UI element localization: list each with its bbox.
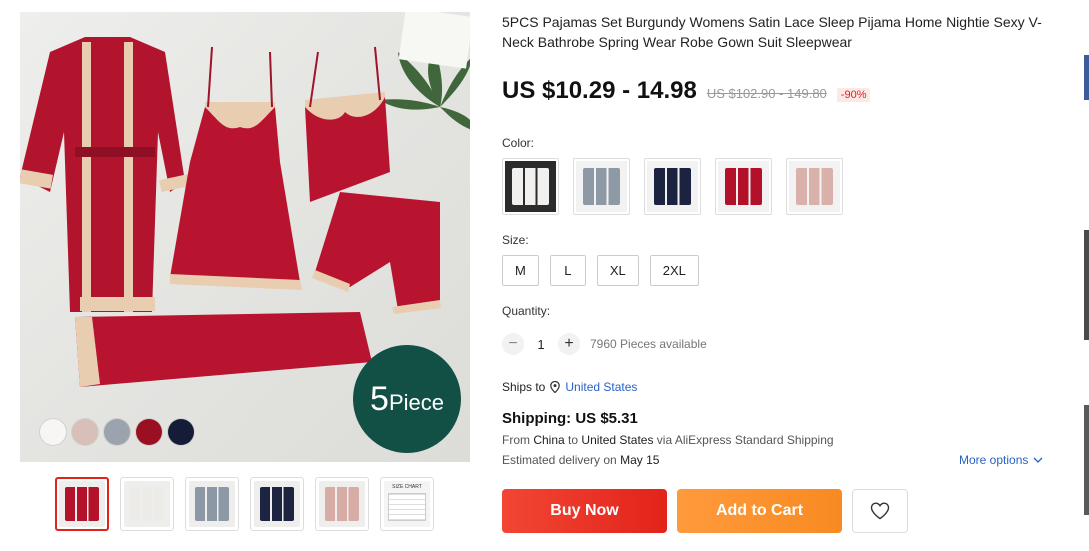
dot-white — [40, 419, 66, 445]
delivery-label: Estimated delivery on — [502, 453, 617, 467]
color-option-pink[interactable] — [786, 158, 843, 215]
to-label: to — [568, 433, 579, 447]
color-option-navy[interactable] — [644, 158, 701, 215]
from-label: From — [502, 433, 530, 447]
side-thumb-1 — [1084, 55, 1089, 100]
delivery-date: May 15 — [620, 453, 660, 467]
badge-number: 5 — [370, 379, 389, 418]
shipping-route: From China to United States via AliExpre… — [502, 433, 834, 447]
pieces-available: 7960 Pieces available — [590, 337, 707, 351]
image-color-dots — [40, 419, 194, 445]
more-options-link[interactable]: More options — [959, 453, 1043, 467]
thumbnail-white[interactable] — [120, 477, 174, 531]
add-to-cart-button[interactable]: Add to Cart — [677, 489, 842, 533]
size-option-2xl[interactable]: 2XL — [649, 255, 699, 286]
thumbnail-gray[interactable] — [185, 477, 239, 531]
thumbnail-pink[interactable] — [315, 477, 369, 531]
quantity-label: Quantity: — [502, 304, 551, 318]
ships-to-row: Ships to United States — [502, 380, 637, 394]
thumbnail-size-chart[interactable]: SIZE CHART — [380, 477, 434, 531]
thumbnail-navy[interactable] — [250, 477, 304, 531]
price-row: US $10.29 - 14.98 US $102.90 - 149.80 -9… — [502, 77, 871, 105]
more-options-label: More options — [959, 453, 1029, 467]
size-options: M L XL 2XL — [502, 255, 699, 286]
main-product-image[interactable]: 5 Piece — [20, 12, 470, 462]
product-title: 5PCS Pajamas Set Burgundy Womens Satin L… — [502, 14, 1042, 50]
dot-pink — [72, 419, 98, 445]
location-pin-icon — [550, 381, 561, 393]
size-chart-label: SIZE CHART — [392, 484, 422, 490]
ships-to-label: Ships to — [502, 380, 546, 394]
color-label: Color: — [502, 136, 535, 150]
size-option-l[interactable]: L — [549, 255, 586, 286]
ships-to-country-link[interactable]: United States — [565, 380, 637, 394]
size-option-xl[interactable]: XL — [596, 255, 639, 286]
shipping-price: Shipping: US $5.31 — [502, 410, 638, 427]
quantity-decrease-button[interactable]: − — [502, 333, 524, 355]
color-option-gray[interactable] — [573, 158, 630, 215]
dot-burgundy — [136, 419, 162, 445]
color-option-burgundy[interactable] — [715, 158, 772, 215]
heart-icon — [870, 502, 890, 520]
size-label: Size: — [502, 233, 529, 247]
size-option-m[interactable]: M — [502, 255, 539, 286]
current-price: US $10.29 - 14.98 — [502, 77, 697, 104]
dot-gray — [104, 419, 130, 445]
side-thumb-2 — [1084, 230, 1089, 340]
color-option-white[interactable] — [502, 158, 559, 215]
thumbnail-burgundy[interactable] — [55, 477, 109, 531]
chevron-down-icon — [1033, 457, 1043, 463]
via-label: via — [656, 433, 673, 447]
thumbnail-strip: SIZE CHART — [55, 477, 434, 531]
estimated-delivery: Estimated delivery on May 15 — [502, 453, 659, 467]
wishlist-button[interactable] — [852, 489, 908, 533]
quantity-stepper: − 1 + 7960 Pieces available — [502, 333, 707, 355]
color-options — [502, 158, 843, 215]
origin-country: China — [533, 433, 565, 447]
quantity-increase-button[interactable]: + — [558, 333, 580, 355]
quantity-value[interactable]: 1 — [524, 337, 558, 352]
discount-badge: -90% — [836, 88, 871, 102]
five-piece-badge: 5 Piece — [353, 345, 461, 453]
side-recommendation-strip — [1082, 0, 1089, 551]
dot-navy — [168, 419, 194, 445]
buy-now-button[interactable]: Buy Now — [502, 489, 667, 533]
destination-country: United States — [581, 433, 654, 447]
shipping-carrier: AliExpress Standard Shipping — [674, 433, 834, 447]
badge-word: Piece — [388, 390, 444, 415]
side-thumb-3 — [1084, 405, 1089, 515]
original-price: US $102.90 - 149.80 — [706, 86, 827, 101]
